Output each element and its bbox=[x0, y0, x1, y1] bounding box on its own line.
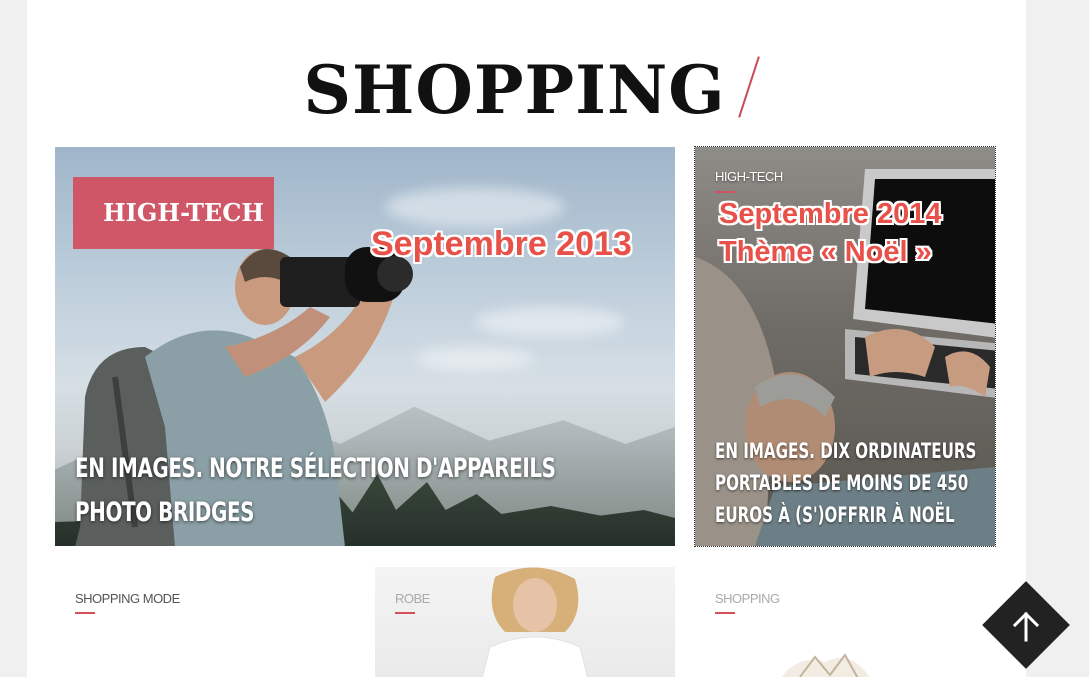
bottom-article-card[interactable]: SHOPPING bbox=[695, 567, 995, 677]
featured-overlay-date: Septembre 2013 bbox=[371, 225, 632, 263]
cloud-shape bbox=[475, 307, 625, 337]
bottom-article-card[interactable]: SHOPPING MODE bbox=[55, 567, 355, 677]
side-article-headline[interactable]: EN IMAGES. DIX ORDINATEURS PORTABLES DE … bbox=[715, 435, 979, 531]
dress-model-image bbox=[481, 567, 589, 677]
cloud-shape bbox=[385, 187, 565, 227]
featured-article-card[interactable]: HIGH-TECH Septembre 2013 EN IMAGES. NOTR… bbox=[55, 147, 675, 546]
featured-category-badge[interactable]: HIGH-TECH bbox=[73, 177, 274, 249]
side-headline-line: PORTABLES DE MOINS DE 450 bbox=[715, 471, 969, 495]
bottom-article-category[interactable]: SHOPPING MODE bbox=[75, 591, 180, 614]
featured-headline-line: PHOTO BRIDGES bbox=[75, 497, 255, 528]
side-article-category[interactable]: HIGH-TECH bbox=[715, 169, 783, 193]
bottom-article-category[interactable]: SHOPPING bbox=[715, 591, 780, 614]
side-headline-line: EN IMAGES. DIX ORDINATEURS bbox=[715, 439, 977, 463]
side-overlay-text: Septembre 2014 Thème « Noël » bbox=[719, 195, 941, 271]
section-title-text: SHOPPING bbox=[303, 51, 726, 129]
title-slash-decoration bbox=[737, 56, 760, 118]
page-container: SHOPPING HIGH-TECH Septembre 2013 EN IMA… bbox=[27, 0, 1026, 677]
featured-headline[interactable]: EN IMAGES. NOTRE SÉLECTION D'APPAREILS P… bbox=[75, 447, 641, 535]
side-overlay-line: Thème « Noël » bbox=[719, 236, 932, 268]
side-headline-line: EUROS À (S')OFFRIR À NOËL bbox=[715, 503, 955, 527]
side-overlay-line: Septembre 2014 bbox=[719, 198, 942, 230]
product-image bbox=[781, 653, 870, 677]
arrow-up-icon[interactable] bbox=[1005, 606, 1047, 648]
bottom-article-category[interactable]: ROBE bbox=[395, 591, 430, 614]
featured-headline-line: EN IMAGES. NOTRE SÉLECTION D'APPAREILS bbox=[75, 453, 556, 484]
section-title: SHOPPING bbox=[27, 52, 1026, 128]
side-article-card[interactable]: HIGH-TECH Septembre 2014 Thème « Noël » … bbox=[694, 146, 996, 547]
bottom-article-card[interactable]: ROBE bbox=[375, 567, 675, 677]
